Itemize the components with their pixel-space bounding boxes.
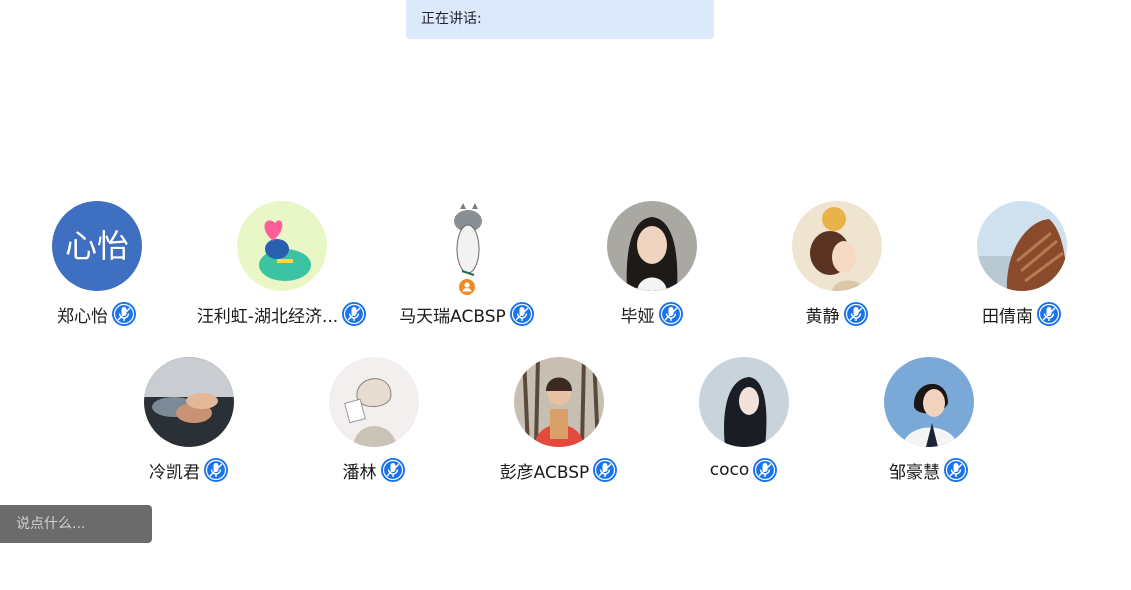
avatar	[607, 201, 697, 291]
mic-icon[interactable]	[1036, 301, 1062, 327]
participant-tile[interactable]: 汪利虹-湖北经济...	[192, 201, 372, 328]
avatar	[977, 201, 1067, 291]
avatar	[329, 357, 419, 447]
avatar	[792, 201, 882, 291]
mic-icon[interactable]	[203, 457, 229, 483]
mic-icon[interactable]	[341, 301, 367, 327]
speaking-label: 正在讲话:	[421, 11, 482, 27]
participant-tile[interactable]: 毕娅	[562, 201, 742, 328]
avatar	[237, 201, 327, 291]
mic-icon[interactable]	[380, 457, 406, 483]
participant-tile[interactable]: coco	[654, 357, 834, 484]
mic-icon[interactable]	[843, 301, 869, 327]
participant-name: 冷凯君	[149, 462, 200, 483]
participant-tile[interactable]: 心怡 郑心怡	[7, 201, 187, 328]
mic-icon[interactable]	[111, 301, 137, 327]
participant-name: coco	[709, 460, 750, 480]
mic-icon[interactable]	[943, 457, 969, 483]
participant-name: 田倩南	[982, 306, 1033, 327]
mic-icon[interactable]	[509, 301, 535, 327]
participant-tile[interactable]: 马天瑞ACBSP	[377, 201, 557, 328]
participant-name: 马天瑞ACBSP	[399, 306, 506, 327]
avatar	[699, 357, 789, 447]
mic-icon[interactable]	[752, 457, 778, 483]
host-badge	[457, 277, 477, 297]
participant-name: 彭彦ACBSP	[499, 462, 590, 483]
mic-icon[interactable]	[592, 457, 618, 483]
participant-name: 邹豪慧	[889, 462, 940, 483]
participant-row-2: 冷凯君 潘林 彭彦ACBSP coco 邹豪慧	[0, 357, 1131, 483]
participant-tile[interactable]: 邹豪慧	[839, 357, 1019, 484]
avatar	[514, 357, 604, 447]
avatar	[884, 357, 974, 447]
participant-name: 郑心怡	[57, 306, 108, 327]
chat-bar	[0, 505, 199, 543]
participant-name: 潘林	[342, 462, 377, 483]
avatar: 心怡	[52, 201, 142, 291]
mic-icon[interactable]	[658, 301, 684, 327]
participant-tile[interactable]: 彭彦ACBSP	[469, 357, 649, 484]
avatar	[422, 201, 512, 297]
participant-name: 黄静	[805, 306, 840, 327]
user-icon	[462, 282, 472, 292]
participant-tile[interactable]: 冷凯君	[99, 357, 279, 484]
participant-name: 毕娅	[620, 306, 655, 327]
chevron-left-icon	[192, 518, 199, 530]
chat-input[interactable]	[0, 505, 190, 543]
collapse-button[interactable]	[190, 505, 202, 543]
participant-tile[interactable]: 潘林	[284, 357, 464, 484]
participant-row-1: 心怡 郑心怡 汪利虹-湖北经济... 马天瑞ACBSP 毕娅 黄静 田倩南	[0, 201, 1131, 327]
participant-name: 汪利虹-湖北经济...	[196, 306, 339, 327]
participant-tile[interactable]: 黄静	[747, 201, 927, 328]
avatar	[144, 357, 234, 447]
participant-tile[interactable]: 田倩南	[932, 201, 1112, 328]
speaking-indicator: 正在讲话:	[406, 0, 714, 39]
